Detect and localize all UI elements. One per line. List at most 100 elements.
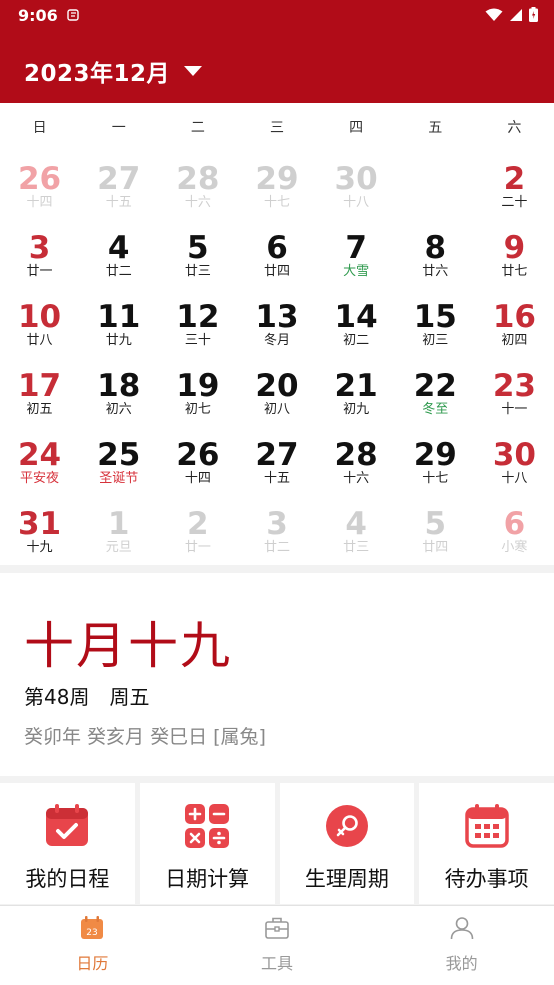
calendar-day-cell[interactable]: 8 廿六	[396, 220, 475, 289]
calendar-day-cell[interactable]: 5 廿四	[396, 496, 475, 565]
lunar-day: 初三	[422, 333, 449, 348]
month-selector[interactable]: 2023年12月	[24, 54, 203, 88]
calendar-day-cell[interactable]: 13 冬月	[237, 289, 316, 358]
calendar-day-cell[interactable]: 10 廿八	[0, 289, 79, 358]
calendar-day-cell[interactable]: 1 元旦	[79, 496, 158, 565]
day-number: 23	[492, 368, 536, 404]
calendar-day-cell[interactable]: 23 十一	[475, 358, 554, 427]
calendar-day-cell[interactable]: 9 廿七	[475, 220, 554, 289]
calendar-day-cell[interactable]: 26 十四	[0, 151, 79, 220]
calendar-day-cell[interactable]: 28 十六	[158, 151, 237, 220]
calendar-day-cell[interactable]: 4 廿三	[317, 496, 396, 565]
calendar-day-cell[interactable]: 6 小寒	[475, 496, 554, 565]
tool-date-calc[interactable]: 日期计算	[139, 783, 275, 904]
nav-calendar[interactable]: 23 日历	[0, 906, 185, 985]
day-number: 20	[255, 368, 299, 404]
lunar-day: 初九	[343, 402, 370, 417]
calendar-day-cell[interactable]: 30 十八	[475, 427, 554, 496]
day-number: 9	[503, 230, 526, 266]
lunar-date: 十月十九	[24, 617, 232, 675]
calendar-day-cell[interactable]: 27 十五	[237, 427, 316, 496]
schedule-calendar-icon	[46, 804, 89, 846]
calendar-day-cell[interactable]: 3 廿二	[237, 496, 316, 565]
calendar-day-cell[interactable]: 25 圣诞节	[79, 427, 158, 496]
weekday-thu: 四	[349, 120, 364, 136]
lunar-day: 十六	[184, 195, 211, 210]
tool-label: 日期计算	[165, 867, 250, 891]
lunar-day: 十九	[26, 540, 53, 555]
lunar-day: 廿四	[422, 540, 449, 555]
lunar-day: 十六	[343, 471, 370, 486]
calendar-day-cell[interactable]: 30 十八	[317, 151, 396, 220]
lunar-day: 初五	[26, 402, 53, 417]
lunar-day: 元旦	[105, 540, 132, 555]
calendar-day-cell[interactable]: 12 三十	[158, 289, 237, 358]
day-number: 25	[97, 437, 141, 473]
day-number: 2	[187, 506, 209, 542]
day-number: 31	[17, 506, 62, 542]
bottom-nav: 23 日历 工具 我的	[0, 905, 554, 985]
calendar-day-cell[interactable]: 6 廿四	[237, 220, 316, 289]
calendar-day-cell[interactable]: 29 十七	[237, 151, 316, 220]
toolbox-icon	[265, 917, 289, 939]
lunar-day: 廿八	[26, 333, 53, 348]
nav-mine[interactable]: 我的	[369, 906, 554, 985]
lunar-day: 十九	[422, 195, 449, 210]
calculator-icon	[185, 804, 230, 848]
lunar-day: 十七	[263, 195, 290, 210]
weekday-mon: 一	[111, 120, 126, 136]
calendar-day-cell[interactable]: 22 冬至	[396, 358, 475, 427]
lunar-day: 十四	[26, 195, 53, 210]
calendar-day-cell[interactable]: 7 大雪	[317, 220, 396, 289]
calendar-day-cell[interactable]: 2 廿一	[158, 496, 237, 565]
day-number: 21	[334, 368, 378, 404]
tool-period[interactable]: 生理周期	[279, 783, 415, 904]
calendar-day-cell[interactable]: 18 初六	[79, 358, 158, 427]
day-number: 4	[345, 506, 367, 542]
weekday-wed: 三	[269, 120, 284, 136]
calendar-day-cell[interactable]: 3 廿一	[0, 220, 79, 289]
weekday-header: 日 一 二 三 四 五 六	[0, 103, 554, 151]
lunar-day: 廿六	[422, 264, 449, 279]
calendar-day-cell[interactable]: 15 初三	[396, 289, 475, 358]
calendar-day-cell[interactable]: 31 十九	[0, 496, 79, 565]
calendar-day-cell[interactable]: 21 初九	[317, 358, 396, 427]
calendar-day-cell[interactable]: 2 二十	[475, 151, 554, 220]
notification-icon	[67, 9, 79, 21]
tool-my-schedule[interactable]: 我的日程	[0, 783, 135, 904]
calendar-day-cell[interactable]: 5 廿三	[158, 220, 237, 289]
calendar-day-cell[interactable]: 11 廿九	[79, 289, 158, 358]
month-title: 2023年12月	[24, 61, 171, 87]
calendar-day-cell[interactable]: 26 十四	[158, 427, 237, 496]
lunar-day: 廿一	[184, 540, 211, 555]
calendar-day-cell[interactable]: 29 十七	[396, 427, 475, 496]
day-number: 18	[97, 368, 141, 404]
calendar-day-cell[interactable]: 17 初五	[0, 358, 79, 427]
day-number: 26	[17, 161, 62, 197]
calendar-day-cell[interactable]: 4 廿二	[79, 220, 158, 289]
user-icon	[450, 917, 473, 940]
day-number: 30	[334, 161, 378, 197]
calendar-day-cell[interactable]: 19 初七	[158, 358, 237, 427]
calendar-day-cell[interactable]: 28 十六	[317, 427, 396, 496]
lunar-day: 廿七	[501, 264, 528, 279]
day-number: 19	[176, 368, 220, 404]
day-number: 7	[345, 230, 367, 266]
day-number: 13	[255, 299, 299, 335]
app-header: 9:06 2023年12月	[0, 0, 554, 103]
calendar-nav-icon: 23	[81, 916, 104, 939]
calendar-day-cell[interactable]: 24 平安夜	[0, 427, 79, 496]
lunar-day: 初六	[105, 402, 132, 417]
nav-tools[interactable]: 工具	[185, 906, 370, 985]
day-number: 3	[266, 506, 288, 542]
day-number: 28	[334, 437, 378, 473]
calendar-day-cell[interactable]: 20 初八	[237, 358, 316, 427]
calendar-day-cell[interactable]: 1 十九	[396, 151, 475, 220]
wifi-icon	[485, 8, 503, 21]
calendar-day-cell[interactable]: 27 十五	[79, 151, 158, 220]
calendar-day-cell[interactable]: 16 初四	[475, 289, 554, 358]
lunar-day: 廿一	[26, 264, 53, 279]
tool-todo[interactable]: 待办事项	[419, 783, 554, 904]
calendar-day-cell[interactable]: 14 初二	[317, 289, 396, 358]
lunar-day: 大雪	[343, 264, 370, 279]
